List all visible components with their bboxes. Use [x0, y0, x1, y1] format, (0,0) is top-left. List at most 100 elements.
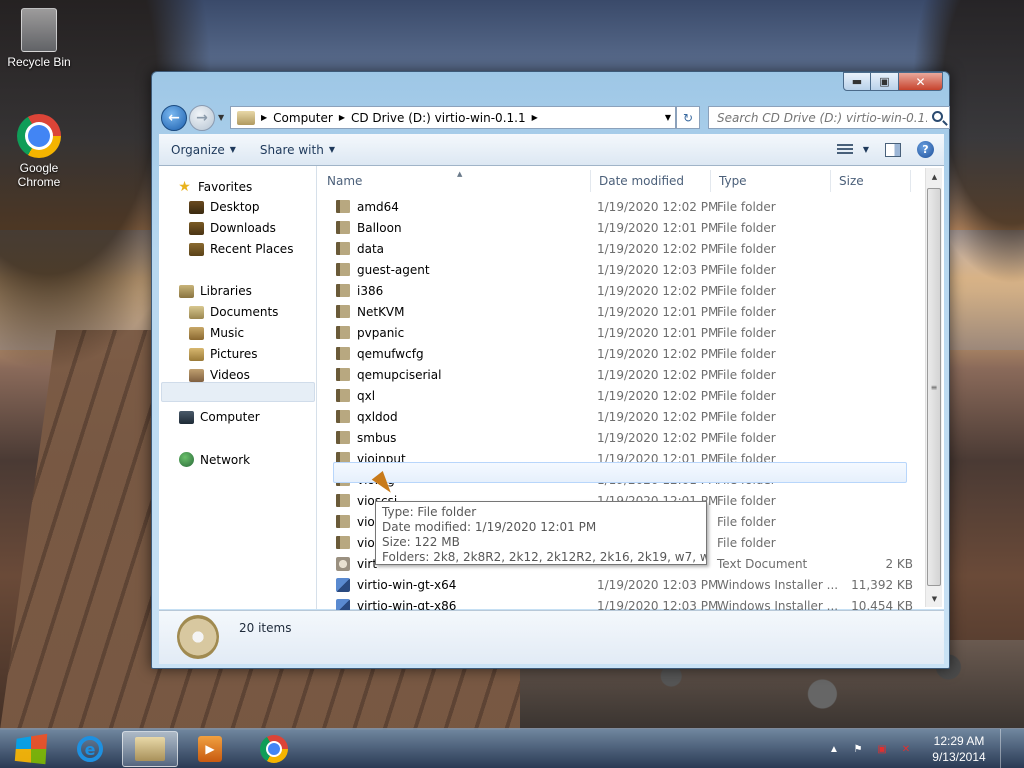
taskbar-media-player[interactable]: ▶ [182, 731, 238, 767]
file-name-cell: amd64 [336, 200, 399, 214]
desktop-icon-google-chrome[interactable]: Google Chrome [1, 114, 77, 189]
nav-item-downloads[interactable]: Downloads [189, 221, 276, 235]
nav-item-label: Downloads [210, 221, 276, 235]
change-view-button[interactable]: ▼ [836, 143, 869, 156]
nav-item-label: Libraries [200, 284, 252, 298]
nav-item-desktop[interactable]: Desktop [189, 200, 260, 214]
chevron-down-icon: ▼ [328, 145, 335, 154]
file-name-cell: i386 [336, 284, 383, 298]
nav-item-label: Favorites [198, 180, 253, 194]
nav-item-computer[interactable]: Computer [179, 410, 260, 424]
file-row[interactable]: guest-agent 1/19/2020 12:03 PM File folder [327, 259, 927, 280]
file-row[interactable]: virtio-win-gt-x64 1/19/2020 12:03 PM Windo… [327, 574, 927, 595]
column-header-date-modified[interactable]: Date modified [591, 170, 711, 192]
file-date: 1/19/2020 12:02 PM [597, 367, 719, 382]
minimize-button[interactable]: ▬ [843, 72, 871, 91]
file-date: 1/19/2020 12:01 PM [597, 220, 719, 235]
file-row[interactable]: qemupciserial 1/19/2020 12:02 PM File fold… [327, 364, 927, 385]
file-row[interactable]: data 1/19/2020 12:02 PM File folder [327, 238, 927, 259]
column-header-name[interactable]: ▲ Name [319, 170, 591, 192]
breadcrumb-cd-drive[interactable]: CD Drive (D:) virtio-win-0.1.1 [347, 111, 530, 125]
search-input[interactable] [717, 110, 927, 125]
network-status-icon[interactable]: ▣ [874, 741, 890, 757]
search-box[interactable] [708, 106, 950, 129]
breadcrumb-computer[interactable]: Computer [269, 111, 337, 125]
nav-item-recent-places[interactable]: Recent Places [189, 242, 293, 256]
preview-pane-icon[interactable] [885, 142, 901, 157]
back-button[interactable]: ← [161, 105, 187, 131]
help-icon[interactable]: ? [917, 141, 934, 158]
file-name: qemupciserial [357, 367, 442, 382]
nav-item-documents[interactable]: Documents [189, 305, 278, 319]
file-row[interactable]: qxldod 1/19/2020 12:02 PM File folder [327, 406, 927, 427]
refresh-button[interactable]: ↻ [676, 106, 700, 129]
close-button[interactable]: ✕ [899, 72, 943, 91]
file-date: 1/19/2020 12:02 PM [597, 283, 719, 298]
vertical-scrollbar[interactable]: ▲ ≡ ▼ [925, 168, 942, 607]
file-type: Text Document [717, 556, 808, 571]
file-row[interactable]: qemufwcfg 1/19/2020 12:02 PM File folder [327, 343, 927, 364]
show-hidden-icons-icon[interactable]: ▲ [826, 741, 842, 757]
cd-drive-icon [177, 615, 219, 659]
file-row[interactable]: pvpanic 1/19/2020 12:01 PM File folder [327, 322, 927, 343]
clock[interactable]: 12:29 AM 9/13/2014 [924, 733, 994, 765]
nav-item-pictures[interactable]: Pictures [189, 347, 258, 361]
file-name: i386 [357, 283, 384, 298]
scroll-down-button[interactable]: ▼ [926, 590, 943, 607]
column-header-label: Name [327, 174, 363, 188]
file-name: Balloon [357, 220, 402, 235]
column-header-label: Date modified [599, 174, 685, 188]
nav-item-music[interactable]: Music [189, 326, 244, 340]
file-row[interactable]: amd64 1/19/2020 12:02 PM File folder [327, 196, 927, 217]
column-header-type[interactable]: Type [711, 170, 831, 192]
taskbar-internet-explorer[interactable]: e [62, 731, 118, 767]
scroll-thumb[interactable]: ≡ [927, 188, 941, 586]
scroll-up-button[interactable]: ▲ [926, 168, 943, 185]
taskbar-windows-explorer[interactable] [122, 731, 178, 767]
file-row[interactable]: smbus 1/19/2020 12:02 PM File folder [327, 427, 927, 448]
address-bar[interactable]: ▶ Computer ▶ CD Drive (D:) virtio-win-0.… [230, 106, 676, 129]
column-header-size[interactable]: Size [831, 170, 911, 192]
documents-icon [189, 305, 204, 319]
taskbar-google-chrome[interactable] [246, 731, 302, 767]
recent-pages-dropdown[interactable]: ▼ [218, 113, 224, 122]
search-icon[interactable] [932, 111, 943, 122]
breadcrumb-separator-icon[interactable]: ▶ [259, 113, 269, 122]
maximize-button[interactable]: ▣ [871, 72, 899, 91]
file-type: File folder [717, 325, 776, 340]
folder-icon [336, 242, 350, 255]
share-with-button[interactable]: Share with ▼ [248, 143, 347, 157]
file-row[interactable]: Balloon 1/19/2020 12:01 PM File folder [327, 217, 927, 238]
file-name-cell: qxldod [336, 410, 398, 424]
organize-button[interactable]: Organize ▼ [159, 143, 248, 157]
desktop-icon-label: Recycle Bin [7, 55, 71, 69]
address-dropdown-icon[interactable]: ▼ [665, 113, 671, 122]
nav-item-favorites[interactable]: ★ Favorites [177, 179, 252, 195]
file-date: 1/19/2020 12:02 PM [597, 430, 719, 445]
breadcrumb-separator-icon[interactable]: ▶ [530, 113, 540, 122]
file-type: File folder [717, 367, 776, 382]
volume-muted-icon[interactable]: ✕ [898, 741, 914, 757]
file-row[interactable]: qxl 1/19/2020 12:02 PM File folder [327, 385, 927, 406]
item-count: 20 items [239, 621, 292, 635]
desktop-icon-recycle-bin[interactable]: Recycle Bin [1, 8, 77, 69]
recent-places-icon [189, 242, 204, 256]
file-date: 1/19/2020 12:02 PM [597, 388, 719, 403]
action-center-flag-icon[interactable]: ⚑ [850, 741, 866, 757]
nav-item-videos[interactable]: Videos [189, 368, 250, 382]
file-row[interactable]: NetKVM 1/19/2020 12:01 PM File folder [327, 301, 927, 322]
show-desktop-button[interactable] [1000, 729, 1014, 768]
views-icon [836, 143, 853, 156]
start-button[interactable] [8, 730, 54, 768]
organize-label: Organize [171, 142, 225, 157]
breadcrumb-separator-icon[interactable]: ▶ [337, 113, 347, 122]
file-row[interactable]: i386 1/19/2020 12:02 PM File folder [327, 280, 927, 301]
forward-button[interactable]: → [189, 105, 215, 131]
nav-item-libraries[interactable]: Libraries [179, 284, 252, 298]
network-icon [179, 452, 194, 467]
file-name: amd64 [357, 199, 399, 214]
file-name: smbus [357, 430, 397, 445]
file-name: qxl [357, 388, 376, 403]
nav-item-network[interactable]: Network [179, 452, 250, 467]
windows-logo-icon [14, 733, 48, 765]
